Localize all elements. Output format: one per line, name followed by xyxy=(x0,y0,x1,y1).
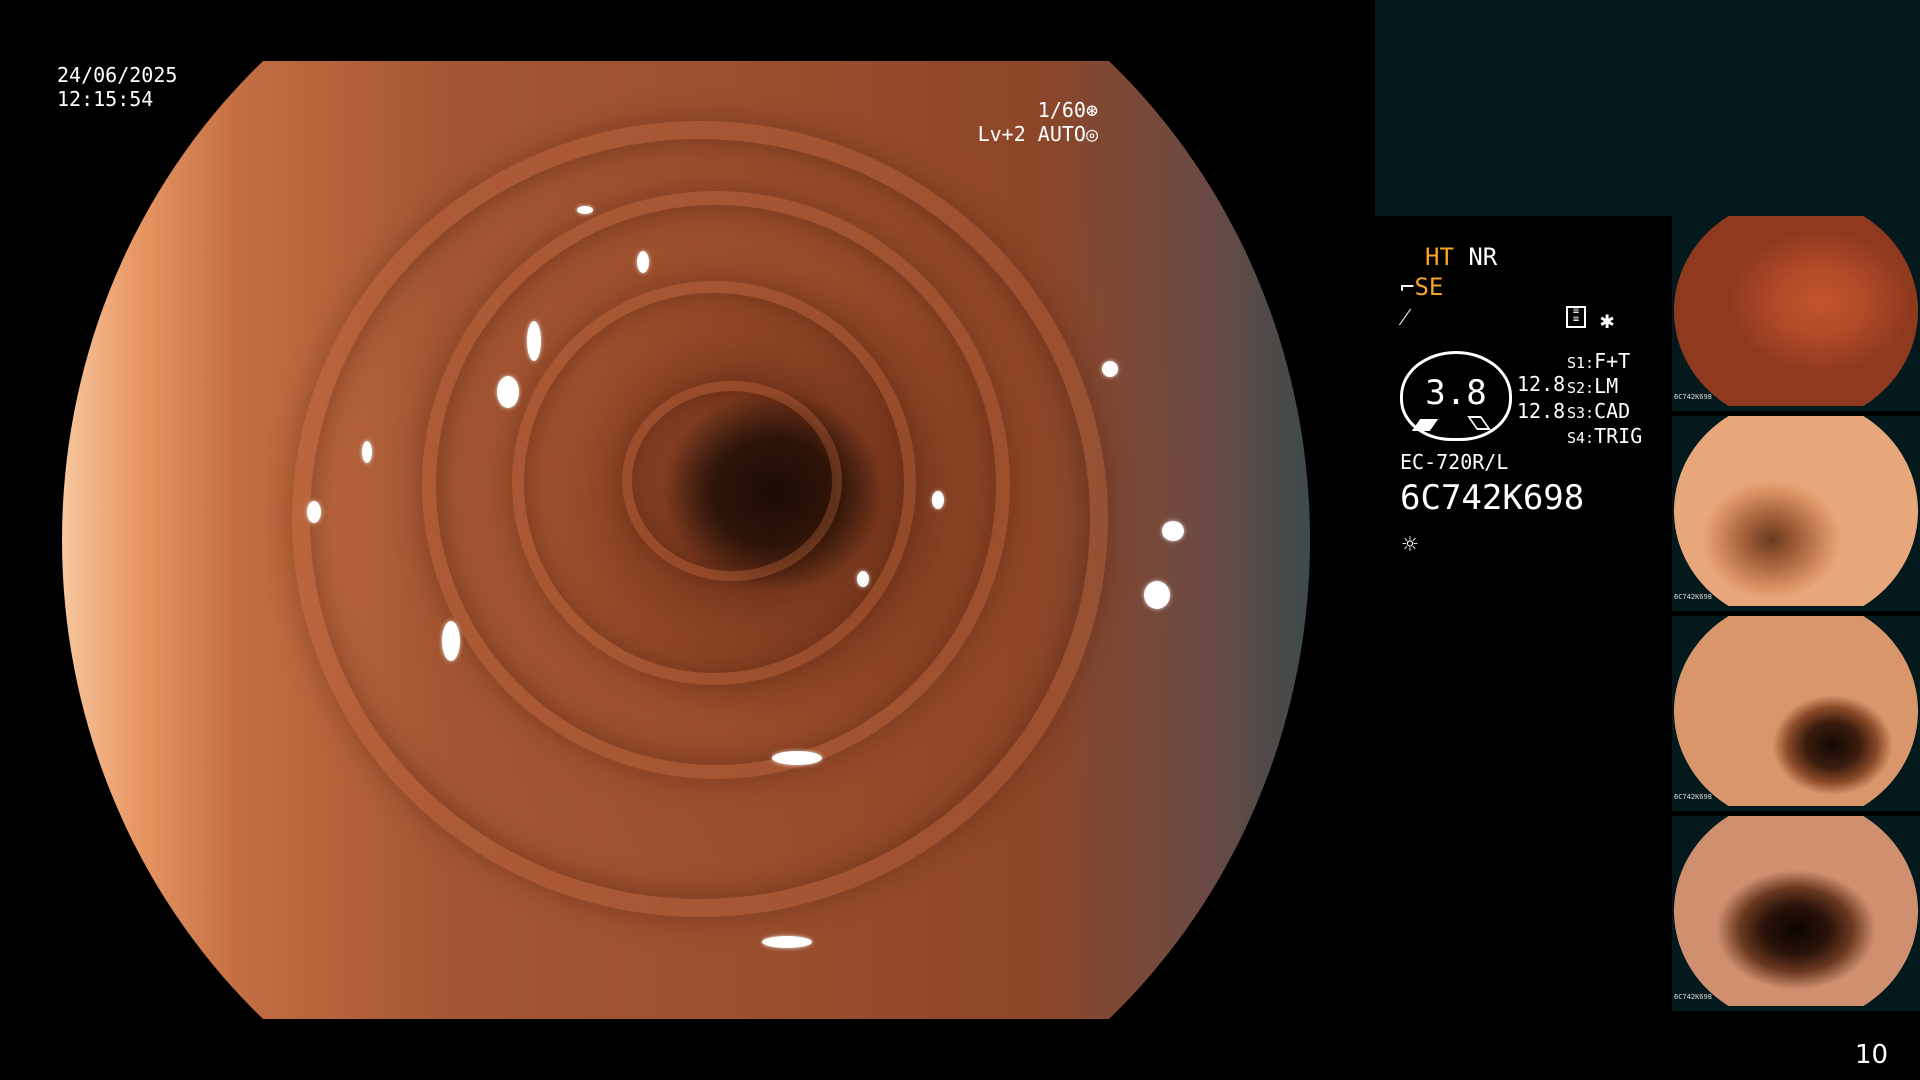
scope-serial: 6C742K698 xyxy=(1400,478,1585,518)
aperture-icon: ⊛ xyxy=(1085,98,1098,122)
thumbnail-serial: 6C742K698 xyxy=(1674,793,1712,801)
thumbnail-serial: 6C742K698 xyxy=(1674,993,1712,1001)
page-number: 10 xyxy=(1855,1040,1889,1070)
memory-icon: ≡ ≡ xyxy=(1566,306,1586,328)
scope-icon: ⌐ xyxy=(1400,273,1415,301)
thumbnail-image xyxy=(1674,216,1918,406)
date-time: 24/06/2025 12:15:54 xyxy=(57,63,177,111)
ht-indicator: HT xyxy=(1425,243,1454,271)
switch-4: S4:TRIG xyxy=(1567,424,1643,448)
nr-indicator: NR xyxy=(1468,243,1498,271)
gauge-side-bottom: 12.8 xyxy=(1517,399,1566,423)
date-label: 24/06/2025 xyxy=(57,63,178,87)
se-indicator: SE xyxy=(1414,273,1444,301)
gauge-side-top: 12.8 xyxy=(1517,372,1566,396)
mode-indicators: HT NR xyxy=(1425,243,1497,271)
info-panel-top xyxy=(1375,0,1920,216)
scope-model: EC-720R/L xyxy=(1400,450,1509,474)
endoscope-live-view xyxy=(62,61,1310,1019)
capture-thumbnail[interactable]: 6C742K698 xyxy=(1672,816,1920,1011)
thumbnail-image xyxy=(1674,416,1918,606)
f-symbol: ⁄ xyxy=(1403,303,1408,331)
thumbnail-serial: 6C742K698 xyxy=(1674,593,1712,601)
switch-1: S1:F+T xyxy=(1567,349,1631,373)
star-icon: ✱ xyxy=(1600,306,1615,334)
time-label: 12:15:54 xyxy=(57,87,154,111)
sun-icon: ☼ xyxy=(1402,530,1418,560)
thumbnail-image xyxy=(1674,616,1918,806)
gauge-value: 3.8 xyxy=(1425,373,1487,413)
capture-thumbnail[interactable]: 6C742K698 xyxy=(1672,416,1920,611)
exposure-info: 1/60⊛ Lv+2 AUTO◎ xyxy=(978,98,1098,146)
level-label: Lv+2 AUTO xyxy=(977,122,1086,146)
thumbnail-image xyxy=(1674,816,1918,1006)
switch-3: S3:CAD xyxy=(1567,399,1631,423)
thumbnail-serial: 6C742K698 xyxy=(1674,393,1712,401)
switch-2: S2:LM xyxy=(1567,374,1619,398)
capture-thumbnail[interactable]: 6C742K698 xyxy=(1672,216,1920,411)
iris-icon: ◎ xyxy=(1085,122,1098,146)
shutter-label: 1/60 xyxy=(1037,98,1086,122)
capture-thumbnail[interactable]: 6C742K698 xyxy=(1672,616,1920,811)
se-indicator-row: ⌐SE xyxy=(1400,273,1443,301)
